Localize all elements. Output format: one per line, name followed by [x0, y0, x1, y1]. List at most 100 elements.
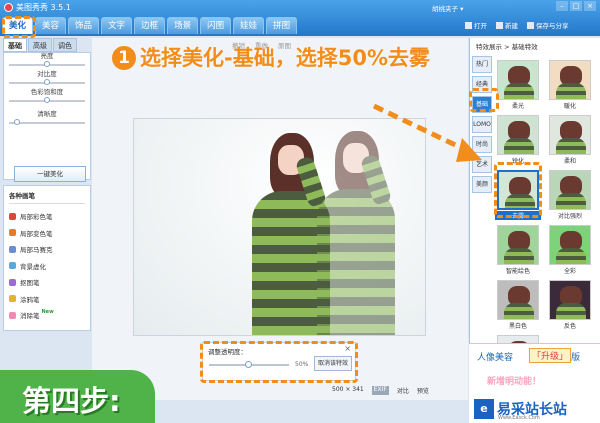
adjust-label: 色彩饱和度	[30, 88, 64, 96]
minimize-button[interactable]: –	[556, 1, 568, 11]
effect-label: 反色	[563, 323, 576, 330]
brush-icon	[9, 295, 16, 303]
ghost-sweater	[317, 189, 395, 335]
preview-sweater	[504, 138, 534, 154]
brush-icon	[9, 212, 16, 220]
effect-thumb[interactable]: 全彩	[547, 225, 593, 277]
tab-6[interactable]: 闪图	[200, 17, 232, 34]
adjust-slider-knob[interactable]	[44, 79, 50, 85]
adjust-slider-knob[interactable]	[44, 97, 50, 103]
app-logo-icon	[4, 3, 13, 12]
preview-sweater	[556, 138, 586, 154]
preview-sweater	[556, 193, 586, 209]
effect-label: 柔和	[563, 158, 576, 165]
brush-icon	[9, 311, 16, 319]
open-button[interactable]: 打开	[465, 20, 487, 30]
tab-5[interactable]: 场景	[167, 17, 199, 34]
new-button[interactable]: 新建	[496, 20, 518, 30]
app-window: 美图秀秀 3.5.1 胡桃夹子 ▾ – □ × 美化 美容 饰品 文字 边框 场景 闪图 娃娃…	[0, 0, 600, 423]
brush-icon	[9, 245, 16, 253]
window-controls: – □ ×	[556, 1, 596, 11]
folder-icon	[465, 22, 472, 29]
arrow-line	[372, 103, 472, 155]
tab-3[interactable]: 文字	[101, 17, 133, 34]
preview-sweater	[504, 83, 534, 99]
preview-sweater	[504, 303, 534, 319]
brush-item[interactable]: 局部马赛克	[9, 241, 85, 258]
adjust-slider-knob[interactable]	[44, 61, 50, 67]
brush-list: 局部彩色笔 局部变色笔局部马赛克背景虚化抠图笔涂鸦笔消除笔 New	[9, 208, 85, 324]
save-label: 保存与分享	[536, 22, 569, 30]
effect-preview	[549, 225, 591, 265]
adjust-slider[interactable]	[9, 97, 85, 103]
effect-thumb[interactable]: 对比强烈	[547, 170, 593, 222]
instruction-text: 选择美化-基础，选择50%去雾	[140, 46, 430, 70]
preview-sweater	[556, 83, 586, 99]
brush-label: 背景虚化	[20, 262, 46, 271]
user-menu[interactable]: 胡桃夹子 ▾	[432, 3, 463, 13]
save-icon	[527, 22, 534, 29]
brush-item[interactable]: 背景虚化	[9, 258, 85, 275]
effect-preview	[549, 115, 591, 155]
effect-thumb[interactable]: 柔和	[547, 115, 593, 167]
effect-thumb[interactable]: 黑白色	[495, 280, 541, 332]
effect-thumb[interactable]: 反色	[547, 280, 593, 332]
brush-label: 局部马赛克	[20, 246, 53, 255]
preview-button[interactable]: 预览	[417, 386, 429, 395]
adjust-slider[interactable]	[9, 61, 85, 67]
image-size: 500 × 341	[332, 386, 364, 393]
tab-2[interactable]: 饰品	[68, 17, 100, 34]
highlight-fade-dialog	[200, 341, 358, 383]
brush-icon	[9, 262, 16, 270]
new-label: 新建	[505, 22, 518, 30]
ad-text-2: 「升级」	[529, 348, 572, 363]
compare-button[interactable]: 对比	[397, 386, 409, 395]
effect-preview	[549, 280, 591, 320]
adjust-label: 亮度	[40, 52, 54, 60]
adjust-slider[interactable]	[9, 79, 85, 85]
main-tabs: 美化 美容 饰品 文字 边框 场景 闪图 娃娃 拼图	[2, 17, 298, 34]
brush-item[interactable]: 消除笔 New	[9, 307, 85, 324]
exif-button[interactable]: EXIF	[371, 386, 389, 395]
save-share-button[interactable]: 保存与分享	[527, 20, 569, 30]
brush-item[interactable]: 局部变色笔	[9, 225, 85, 242]
effect-label: 全彩	[563, 268, 576, 275]
effect-thumb[interactable]: 暖化	[547, 60, 593, 112]
adjust-item: 色彩饱和度	[9, 86, 85, 103]
ad-text-4: 新增明动能！	[487, 377, 542, 387]
site-watermark: e 易采站长站 Www.Easck.Com	[474, 394, 600, 423]
plus-icon	[496, 22, 503, 29]
tab-4[interactable]: 边框	[134, 17, 166, 34]
brush-label: 涂鸦笔	[20, 295, 40, 304]
adjust-item: 亮度	[9, 50, 85, 67]
close-button[interactable]: ×	[584, 1, 596, 11]
step-number: 1	[112, 46, 136, 70]
one-key-beautify-button[interactable]: 一键美化	[14, 166, 86, 182]
brush-label: 消除笔	[20, 312, 40, 321]
app-title: 美图秀秀 3.5.1	[4, 2, 71, 13]
effect-category-6[interactable]: 美颜	[472, 176, 492, 193]
effect-category-0[interactable]: 热门	[472, 56, 492, 73]
effect-thumb[interactable]: 锐化	[495, 115, 541, 167]
adjust-slider[interactable]	[9, 119, 85, 125]
tab-7[interactable]: 娃娃	[233, 17, 265, 34]
adjust-item: 清晰度	[9, 108, 85, 125]
preview-sweater	[556, 303, 586, 319]
maximize-button[interactable]: □	[570, 1, 582, 11]
brush-label: 抠图笔	[20, 279, 40, 288]
effect-preview	[549, 170, 591, 210]
step-banner-text: 第四步:	[22, 384, 121, 418]
brush-item[interactable]: 涂鸦笔	[9, 291, 85, 308]
effect-thumb[interactable]: 柔光	[495, 60, 541, 112]
highlight-beautify-tab	[2, 16, 36, 38]
effect-thumb[interactable]: 智能绘色	[495, 225, 541, 277]
brush-item[interactable]: 抠图笔	[9, 274, 85, 291]
brush-item[interactable]: 局部彩色笔	[9, 208, 85, 225]
effect-label: 暖化	[563, 103, 576, 110]
adjust-slider-knob[interactable]	[13, 119, 20, 125]
left-panel: 基础 高级 调色 亮度 对比度 色彩饱和度 清晰度 一键美化 各种画笔 局部彩色笔 局部变色…	[3, 38, 91, 382]
tab-1[interactable]: 美容	[35, 17, 67, 34]
tab-8[interactable]: 拼图	[266, 17, 298, 34]
arrow-icon	[372, 103, 482, 162]
effect-preview	[497, 225, 539, 265]
